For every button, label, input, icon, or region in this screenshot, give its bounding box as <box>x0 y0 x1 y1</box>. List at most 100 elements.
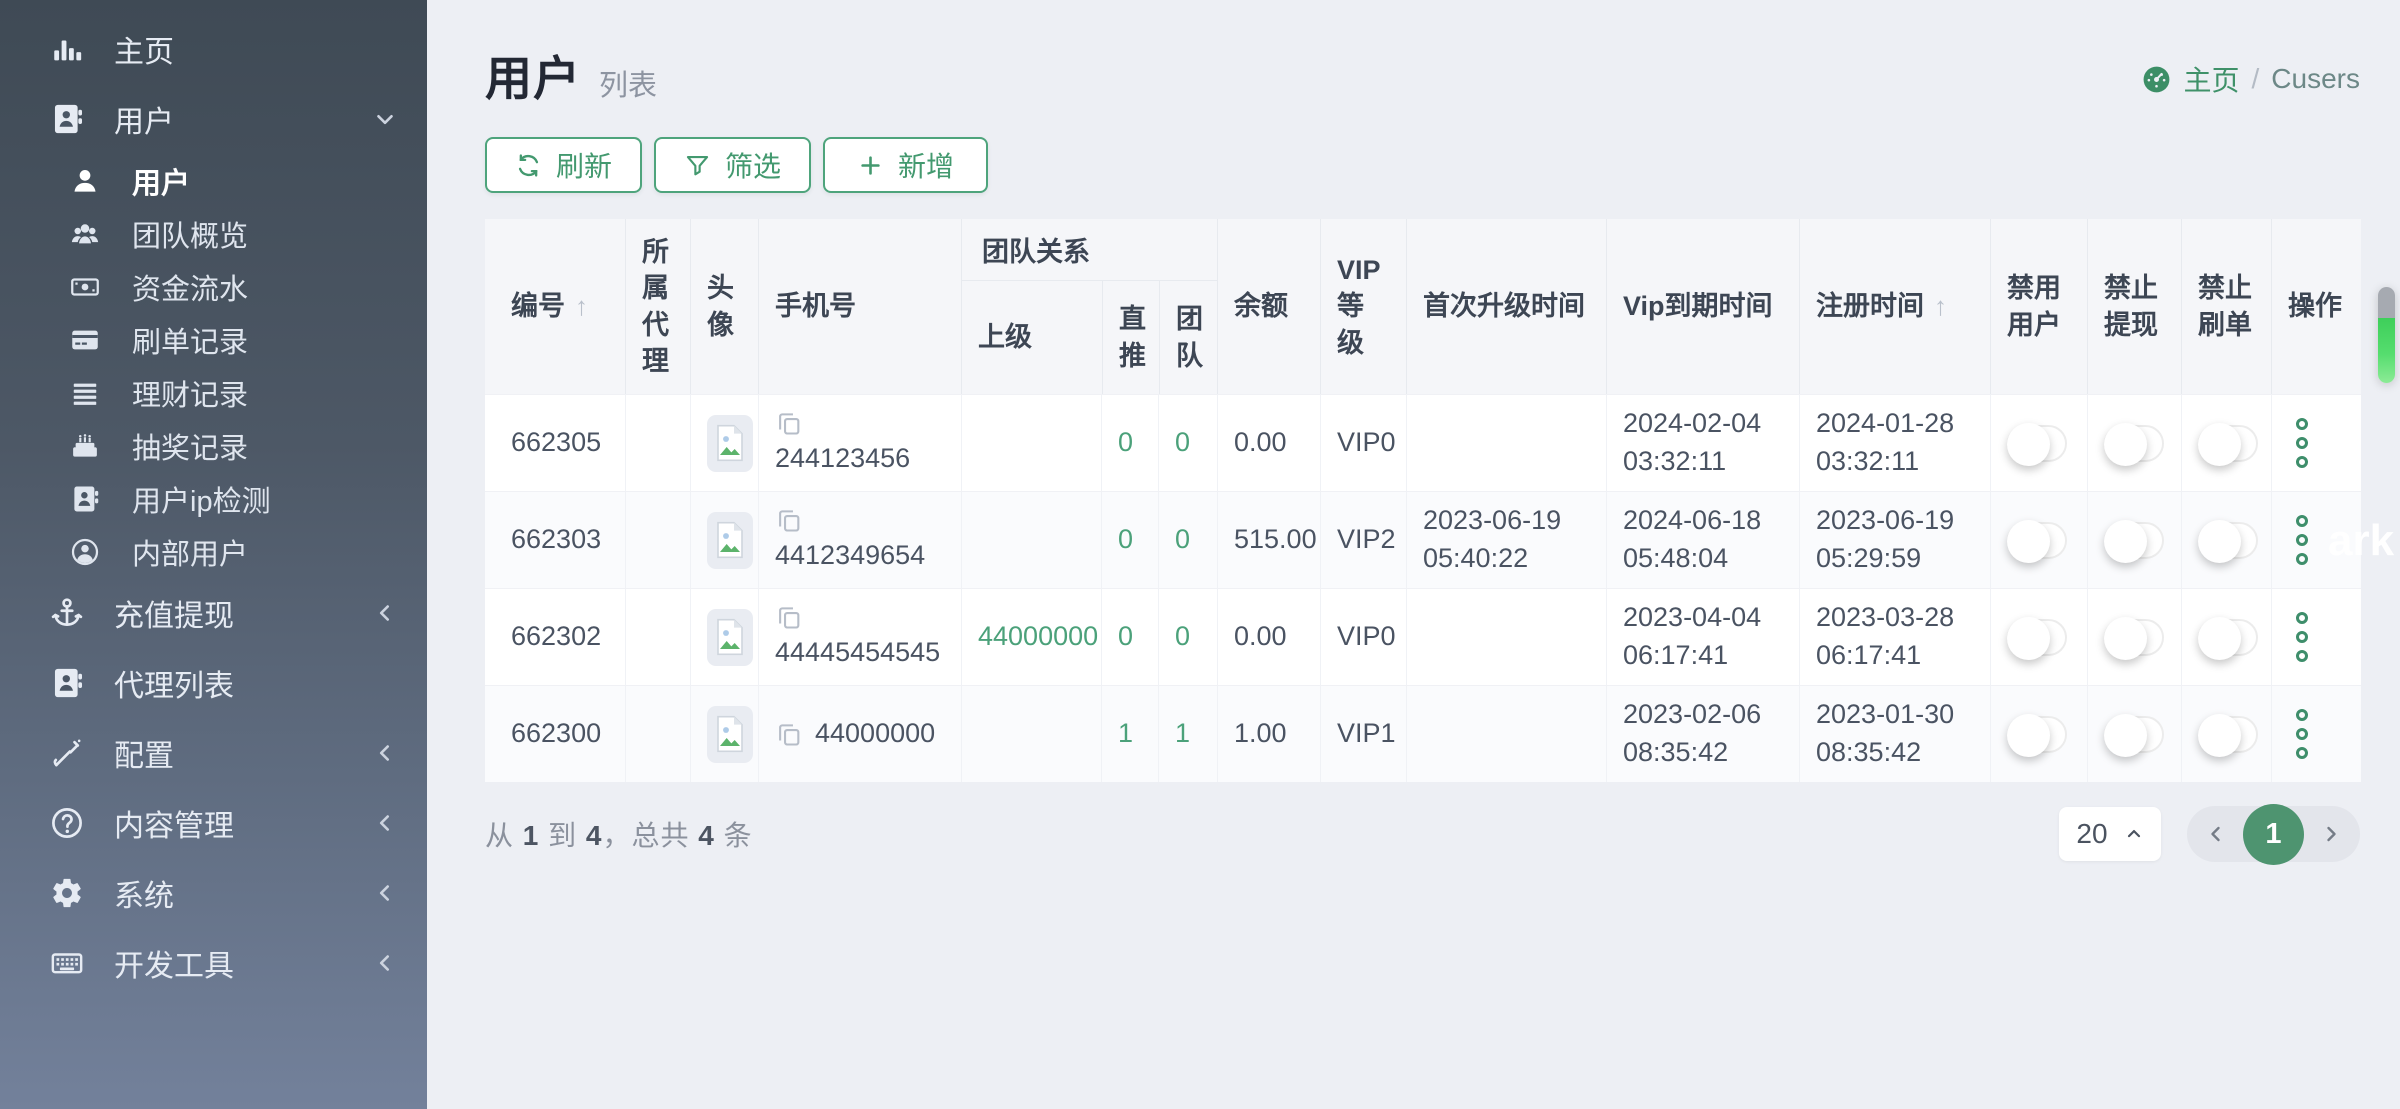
sign-language-icon <box>46 734 88 772</box>
avatar <box>707 512 753 569</box>
copy-icon[interactable] <box>775 720 803 748</box>
row-actions-menu-icon[interactable] <box>2288 612 2308 662</box>
col-header-label: 手机号 <box>775 288 856 324</box>
plus-icon <box>857 152 884 179</box>
row-actions-menu-icon[interactable] <box>2288 515 2308 565</box>
col-header-label: 直 推 <box>1119 301 1146 374</box>
row-actions-menu-icon[interactable] <box>2288 418 2308 468</box>
cell-vip: VIP0 <box>1320 589 1406 685</box>
bar-chart-icon <box>46 30 88 68</box>
cell-team[interactable]: 0 <box>1158 395 1217 491</box>
toggle-disable-user[interactable] <box>2007 425 2067 462</box>
col-header-avatar: 头 像 <box>690 219 758 394</box>
toggle-knob <box>2104 714 2147 757</box>
breadcrumb-home-link[interactable]: 主页 <box>2184 59 2240 99</box>
cell-team[interactable]: 0 <box>1158 589 1217 685</box>
cell-vip: VIP0 <box>1320 395 1406 491</box>
toggle-disable-order[interactable] <box>2198 716 2258 753</box>
sidebar-item-dev-tools[interactable]: 开发工具 <box>0 928 427 998</box>
copy-icon[interactable] <box>775 603 803 631</box>
col-header-registered[interactable]: 注册时间↑ <box>1799 219 1990 394</box>
toggle-disable-user[interactable] <box>2007 619 2067 656</box>
cell-direct[interactable]: 1 <box>1101 686 1158 782</box>
filter-button[interactable]: 筛选 <box>654 137 811 193</box>
page-size-select[interactable]: 20 <box>2059 807 2161 861</box>
row-actions-menu-icon[interactable] <box>2288 709 2308 759</box>
sidebar-item-user-ip-check[interactable]: 用户ip检测 <box>0 472 427 525</box>
table-row: 6623024444545454544000000000.00VIP02023-… <box>485 588 2361 685</box>
dashboard-icon <box>2141 64 2172 95</box>
next-page-button[interactable] <box>2306 822 2356 846</box>
prev-page-button[interactable] <box>2191 822 2241 846</box>
toggle-disable-user[interactable] <box>2007 716 2067 753</box>
scrollbar-thumb[interactable] <box>2378 287 2395 383</box>
toggle-disable-withdraw[interactable] <box>2104 716 2164 753</box>
toggle-knob <box>2198 520 2241 563</box>
cell-parent <box>961 686 1101 782</box>
chevron-left-icon <box>371 739 399 767</box>
cake-icon <box>64 427 106 465</box>
sidebar-item-team-overview[interactable]: 团队概览 <box>0 207 427 260</box>
add-button[interactable]: 新增 <box>823 137 988 193</box>
sidebar-item-finance-records[interactable]: 理财记录 <box>0 366 427 419</box>
sidebar-item-config[interactable]: 配置 <box>0 718 427 788</box>
refresh-button[interactable]: 刷新 <box>485 137 642 193</box>
cell-direct[interactable]: 0 <box>1101 395 1158 491</box>
rows-summary: 从 1 到 4，总共 4 条 <box>485 814 753 854</box>
sidebar-item-lottery-records[interactable]: 抽奖记录 <box>0 419 427 472</box>
cell-parent <box>961 492 1101 588</box>
pagination: 20 1 <box>2059 806 2360 862</box>
copy-icon[interactable] <box>775 506 803 534</box>
sidebar-item-label: 用户 <box>132 160 399 202</box>
sidebar-item-fund-flow[interactable]: 资金流水 <box>0 260 427 313</box>
cell-phone: 44445454545 <box>758 589 961 685</box>
cell-direct[interactable]: 0 <box>1101 492 1158 588</box>
avatar <box>707 609 753 666</box>
col-header-id[interactable]: 编号↑ <box>485 219 625 394</box>
cell-disable_withdraw <box>2087 589 2181 685</box>
current-page-button[interactable]: 1 <box>2243 804 2304 865</box>
cell-direct[interactable]: 0 <box>1101 589 1158 685</box>
cell-team[interactable]: 1 <box>1158 686 1217 782</box>
cell-vip_expire: 2023-04-04 06:17:41 <box>1606 589 1799 685</box>
toggle-disable-order[interactable] <box>2198 425 2258 462</box>
table-header-row: 编号↑所属 代理头 像手机号团队关系上级直 推团 队余额VIP 等级首次升级时间… <box>485 219 2361 394</box>
toggle-disable-withdraw[interactable] <box>2104 522 2164 559</box>
cell-actions <box>2271 492 2361 588</box>
sidebar-item-recharge-withdraw[interactable]: 充值提现 <box>0 578 427 648</box>
broken-image-icon <box>714 617 746 657</box>
sidebar-item-users[interactable]: 用户 <box>0 154 427 207</box>
col-header-label: 所属 代理 <box>642 234 674 380</box>
sidebar-item-agent-list[interactable]: 代理列表 <box>0 648 427 718</box>
toggle-disable-order[interactable] <box>2198 522 2258 559</box>
toggle-disable-order[interactable] <box>2198 619 2258 656</box>
toggle-disable-withdraw[interactable] <box>2104 619 2164 656</box>
toggle-disable-withdraw[interactable] <box>2104 425 2164 462</box>
col-header-label: Vip到期时间 <box>1623 288 1773 324</box>
sidebar-item-users-group[interactable]: 用户 <box>0 84 427 154</box>
sidebar-item-content-mgmt[interactable]: 内容管理 <box>0 788 427 858</box>
toggle-disable-user[interactable] <box>2007 522 2067 559</box>
cell-vip_expire: 2024-02-04 03:32:11 <box>1606 395 1799 491</box>
sidebar-item-order-records[interactable]: 刷单记录 <box>0 313 427 366</box>
toggle-knob <box>2198 423 2241 466</box>
sidebar-item-home[interactable]: 主页 <box>0 14 427 84</box>
cell-disable_user <box>1990 589 2087 685</box>
breadcrumb-current: Cusers <box>2271 63 2360 95</box>
cell-registered: 2024-01-28 03:32:11 <box>1799 395 1990 491</box>
col-header-parent: 上级 <box>962 281 1102 394</box>
col-header-label: 团 队 <box>1176 301 1203 374</box>
phone-number: 44445454545 <box>775 634 940 672</box>
col-header-label: 禁止 刷单 <box>2198 270 2252 343</box>
cell-team[interactable]: 0 <box>1158 492 1217 588</box>
toggle-knob <box>2007 617 2050 660</box>
sidebar-item-system[interactable]: 系统 <box>0 858 427 928</box>
col-header-label: 禁止 提现 <box>2104 270 2158 343</box>
cell-vip: VIP2 <box>1320 492 1406 588</box>
cell-parent-link[interactable]: 44000000 <box>961 589 1101 685</box>
sidebar-item-internal-users[interactable]: 内部用户 <box>0 525 427 578</box>
sidebar-item-label: 开发工具 <box>114 941 371 985</box>
page-titles: 用户 列表 <box>485 40 657 109</box>
copy-icon[interactable] <box>775 409 803 437</box>
cell-agent <box>625 492 690 588</box>
